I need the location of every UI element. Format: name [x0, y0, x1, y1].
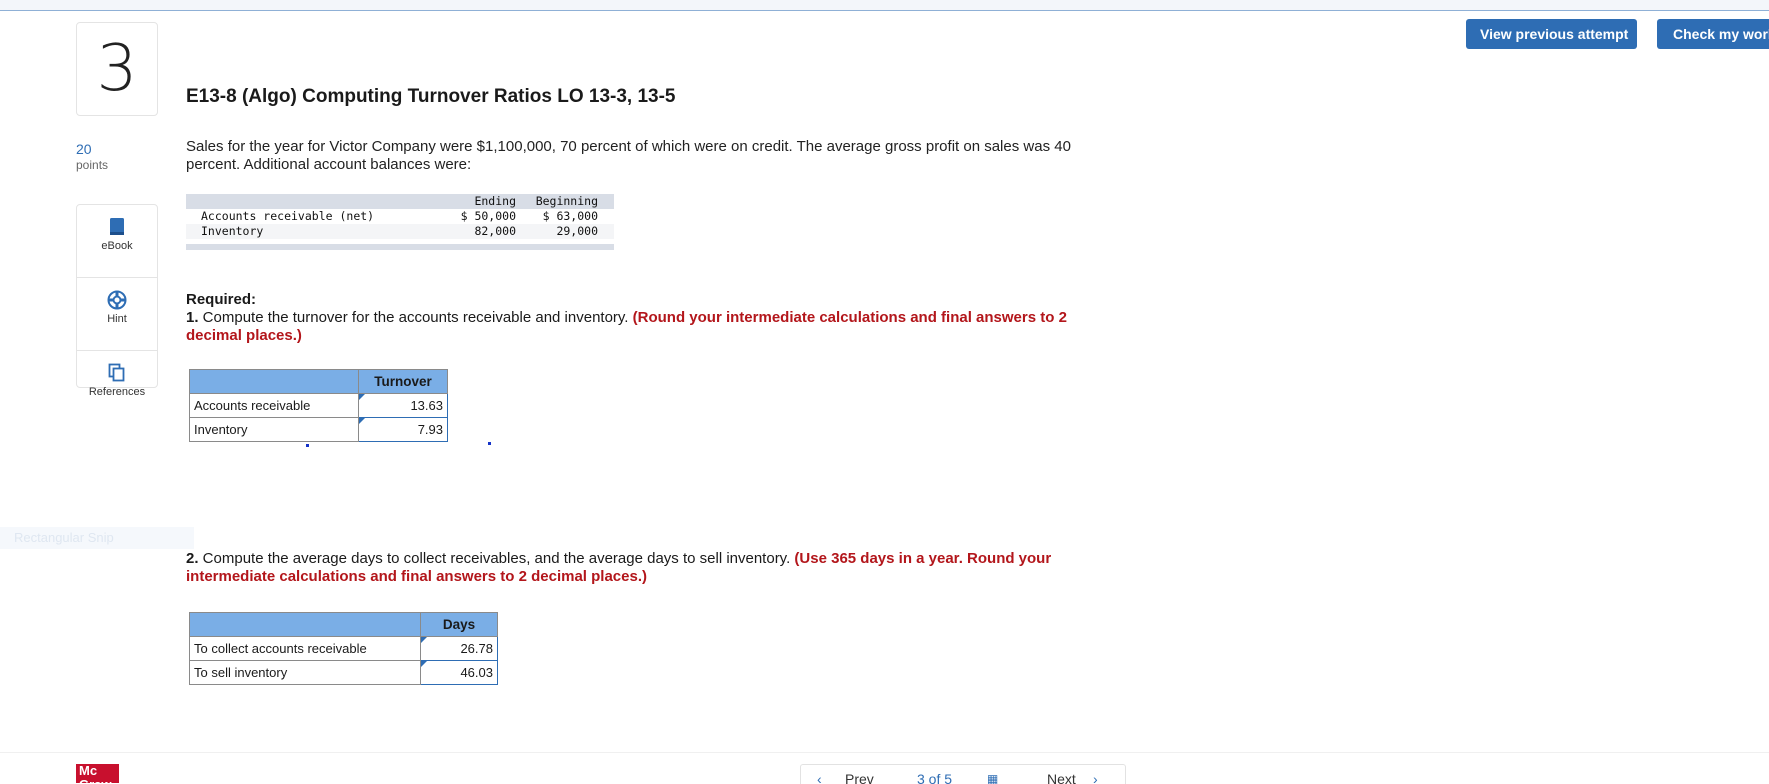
days-header: Days	[420, 612, 498, 637]
row-ending: $ 50,000	[460, 209, 516, 223]
table-header-row: Ending Beginning	[186, 194, 614, 209]
table-row: Inventory 82,000 29,000	[186, 224, 614, 239]
account-balances-table: Ending Beginning Accounts receivable (ne…	[186, 194, 614, 250]
row-label: To sell inventory	[189, 660, 421, 685]
hint-icon	[107, 290, 127, 310]
mcgraw-logo: Mc Graw	[76, 764, 119, 783]
part1-number: 1.	[186, 309, 199, 326]
header-ending: Ending	[474, 194, 516, 208]
row-beginning: 29,000	[556, 224, 598, 238]
days-sell-input[interactable]: 46.03	[420, 660, 498, 685]
row-label: To collect accounts receivable	[189, 636, 421, 661]
tools-panel: eBook Hint References	[76, 204, 158, 398]
inventory-turnover-input[interactable]: 7.93	[358, 417, 448, 442]
hint-button[interactable]: Hint	[77, 290, 157, 351]
ebook-button[interactable]: eBook	[77, 217, 157, 278]
part1-text: Compute the turnover for the accounts re…	[198, 309, 633, 326]
ar-turnover-input[interactable]: 13.63	[358, 393, 448, 418]
points-label: points	[76, 158, 109, 172]
row-beginning: $ 63,000	[542, 209, 598, 223]
check-my-work-button[interactable]: Check my work	[1657, 19, 1769, 49]
table-row: Accounts receivable (net) $ 50,000 $ 63,…	[186, 209, 614, 224]
next-button[interactable]: Next	[1047, 771, 1076, 784]
required-heading: Required:	[186, 291, 257, 308]
row-label: Accounts receivable (net)	[201, 209, 375, 223]
row-label: Accounts receivable	[189, 393, 359, 418]
part2-instructions: 2. Compute the average days to collect r…	[186, 550, 1126, 586]
hint-label: Hint	[107, 313, 127, 325]
turnover-blank-header	[189, 369, 359, 394]
turnover-header: Turnover	[358, 369, 448, 394]
ebook-label: eBook	[101, 240, 133, 252]
table-row: Inventory 7.93	[189, 417, 448, 442]
points-value: 20	[76, 141, 92, 157]
points-box: 20 points	[76, 141, 136, 172]
references-icon	[108, 363, 125, 382]
part2-text: Compute the average days to collect rece…	[198, 550, 795, 567]
stray-dot	[488, 442, 491, 445]
question-title: E13-8 (Algo) Computing Turnover Ratios L…	[186, 86, 676, 107]
row-label: Inventory	[189, 417, 359, 442]
days-blank-header	[189, 612, 421, 637]
references-label: References	[88, 386, 146, 398]
row-ending: 82,000	[474, 224, 516, 238]
days-collect-input[interactable]: 26.78	[420, 636, 498, 661]
header-beginning: Beginning	[535, 194, 598, 208]
part2-number: 2.	[186, 550, 199, 567]
days-table: Days To collect accounts receivable 26.7…	[189, 612, 498, 685]
snip-watermark: Rectangular Snip	[0, 527, 194, 549]
prev-button[interactable]: Prev	[845, 771, 874, 784]
question-number: 3	[76, 22, 158, 116]
view-previous-attempt-button[interactable]: View previous attempt	[1466, 19, 1637, 49]
row-label: Inventory	[201, 224, 264, 238]
references-button[interactable]: References	[77, 363, 157, 423]
table-row: Accounts receivable 13.63	[189, 393, 448, 418]
table-row: To collect accounts receivable 26.78	[189, 636, 498, 661]
table-footer-bar	[186, 244, 614, 250]
question-intro: Sales for the year for Victor Company we…	[186, 138, 1071, 173]
ebook-icon	[110, 218, 124, 235]
grid-icon[interactable]: ▦	[987, 771, 998, 784]
next-chevron-icon[interactable]: ›	[1093, 771, 1098, 784]
page-indicator: 3 of 5	[917, 771, 953, 784]
turnover-table: Turnover Accounts receivable 13.63 Inven…	[189, 369, 448, 442]
stray-dot	[306, 444, 309, 447]
table-row: To sell inventory 46.03	[189, 660, 498, 685]
part1-instructions: Required: 1. Compute the turnover for th…	[186, 291, 1126, 345]
prev-chevron-icon[interactable]: ‹	[817, 771, 822, 784]
pagination: ‹ Prev 3 of 5 ▦ Next ›	[800, 764, 1126, 784]
top-border	[0, 0, 1769, 11]
